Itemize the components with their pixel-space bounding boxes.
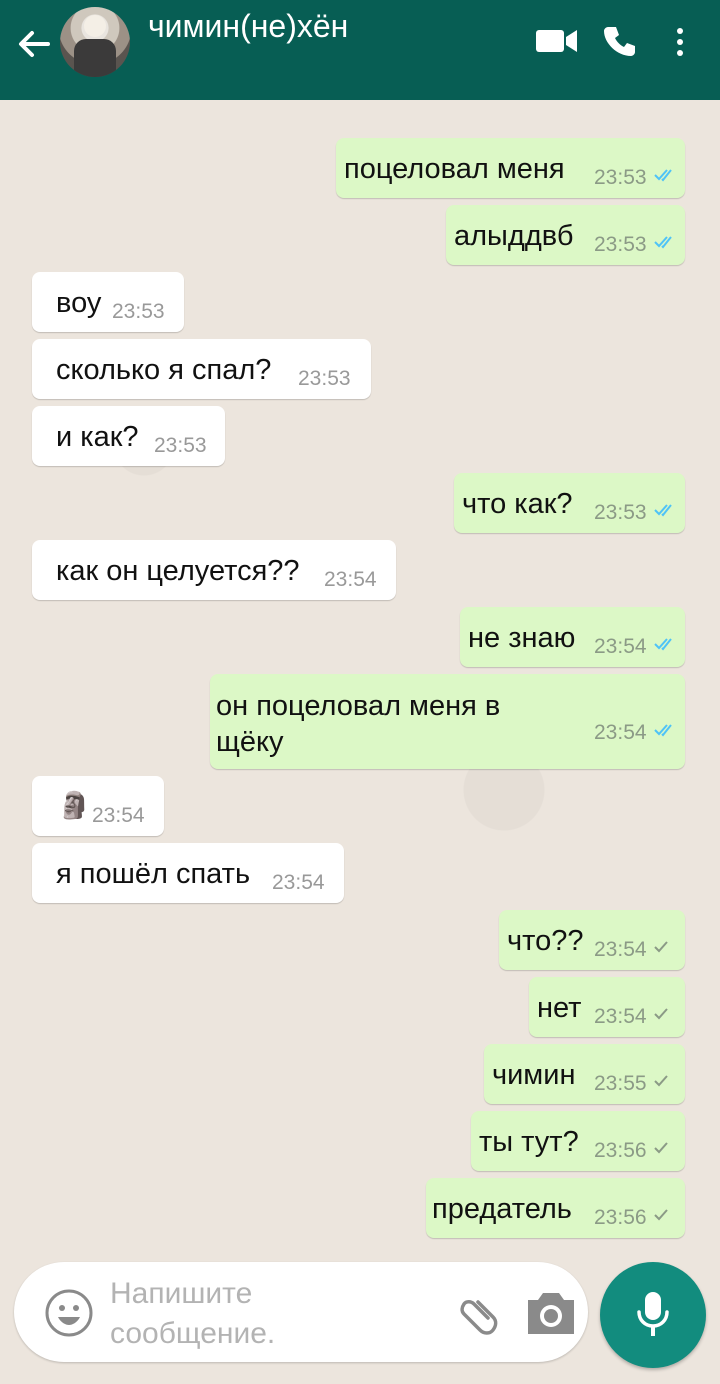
message-outgoing[interactable]: что как? 23:53 [454, 473, 685, 533]
message-time: 23:54 [594, 938, 647, 961]
message-text: воу [56, 287, 102, 319]
sent-tick-icon [654, 1075, 668, 1087]
message-text: нет [537, 992, 582, 1024]
message-outgoing[interactable]: он поцеловал меня в щёку 23:54 [210, 674, 685, 769]
message-time: 23:56 [594, 1206, 647, 1229]
message-time: 23:53 [594, 233, 647, 256]
message-time: 23:54 [92, 804, 145, 827]
message-outgoing[interactable]: поцеловал меня 23:53 [336, 138, 685, 198]
read-ticks-icon [654, 638, 672, 651]
message-time: 23:54 [594, 721, 647, 744]
message-text: предатель [432, 1193, 572, 1225]
message-text: чимин [492, 1059, 576, 1091]
message-time: 23:53 [594, 501, 647, 524]
contact-name[interactable]: чимин(не)хён [148, 8, 348, 45]
message-text-line-1: он поцеловал меня в [216, 690, 501, 722]
voice-record-button[interactable] [600, 1262, 706, 1368]
message-outgoing[interactable]: алыддвб 23:53 [446, 205, 685, 265]
message-outgoing[interactable]: не знаю 23:54 [460, 607, 685, 667]
sent-tick-icon [654, 941, 668, 953]
emoji-icon[interactable] [44, 1288, 94, 1338]
message-text: и как? [56, 421, 139, 453]
back-arrow-icon[interactable] [14, 24, 54, 64]
message-incoming[interactable]: 🗿 23:54 [32, 776, 164, 836]
message-incoming[interactable]: как он целуется?? 23:54 [32, 540, 396, 600]
message-text: ты тут? [479, 1126, 579, 1158]
message-time: 23:54 [594, 1005, 647, 1028]
message-time: 23:53 [594, 166, 647, 189]
message-text: как он целуется?? [56, 555, 300, 587]
sent-tick-icon [654, 1209, 668, 1221]
more-vert-icon[interactable] [670, 26, 690, 58]
message-incoming[interactable]: и как? 23:53 [32, 406, 225, 466]
message-text: я пошёл спать [56, 858, 251, 890]
message-time: 23:53 [112, 300, 165, 323]
message-outgoing[interactable]: предатель 23:56 [426, 1178, 685, 1238]
read-ticks-icon [654, 724, 672, 737]
read-ticks-icon [654, 169, 672, 182]
sent-tick-icon [654, 1008, 668, 1020]
moai-emoji: 🗿 [58, 790, 91, 820]
message-time: 23:54 [594, 635, 647, 658]
message-text: алыддвб [454, 220, 574, 252]
message-time: 23:56 [594, 1139, 647, 1162]
message-outgoing[interactable]: чимин 23:55 [484, 1044, 685, 1104]
message-outgoing[interactable]: нет 23:54 [529, 977, 685, 1037]
read-ticks-icon [654, 236, 672, 249]
message-time: 23:55 [594, 1072, 647, 1095]
message-incoming[interactable]: сколько я спал? 23:53 [32, 339, 371, 399]
read-ticks-icon [654, 504, 672, 517]
message-text: не знаю [468, 622, 576, 654]
contact-avatar[interactable] [60, 7, 130, 77]
message-text: что как? [462, 488, 573, 520]
message-time: 23:53 [298, 367, 351, 390]
message-time: 23:54 [272, 871, 325, 894]
message-time: 23:53 [154, 434, 207, 457]
message-outgoing[interactable]: что?? 23:54 [499, 910, 685, 970]
message-composer[interactable]: Напишите сообщение. [14, 1262, 588, 1362]
placeholder-line-2: сообщение. [110, 1317, 276, 1350]
message-text: поцеловал меня [344, 153, 565, 185]
attach-icon[interactable] [454, 1288, 504, 1338]
phone-icon[interactable] [602, 24, 636, 58]
message-incoming[interactable]: я пошёл спать 23:54 [32, 843, 344, 903]
message-outgoing[interactable]: ты тут? 23:56 [471, 1111, 685, 1171]
camera-icon[interactable] [524, 1290, 578, 1336]
message-input[interactable]: Напишите сообщение. [110, 1274, 350, 1354]
video-call-icon[interactable] [536, 28, 578, 54]
message-text: что?? [507, 925, 584, 957]
message-time: 23:54 [324, 568, 377, 591]
chat-header: чимин(не)хён [0, 0, 720, 100]
microphone-icon [637, 1292, 669, 1336]
message-text: сколько я спал? [56, 354, 272, 386]
message-text-line-2: щёку [216, 726, 284, 758]
message-incoming[interactable]: воу 23:53 [32, 272, 184, 332]
sent-tick-icon [654, 1142, 668, 1154]
placeholder-line-1: Напишите [110, 1277, 253, 1310]
